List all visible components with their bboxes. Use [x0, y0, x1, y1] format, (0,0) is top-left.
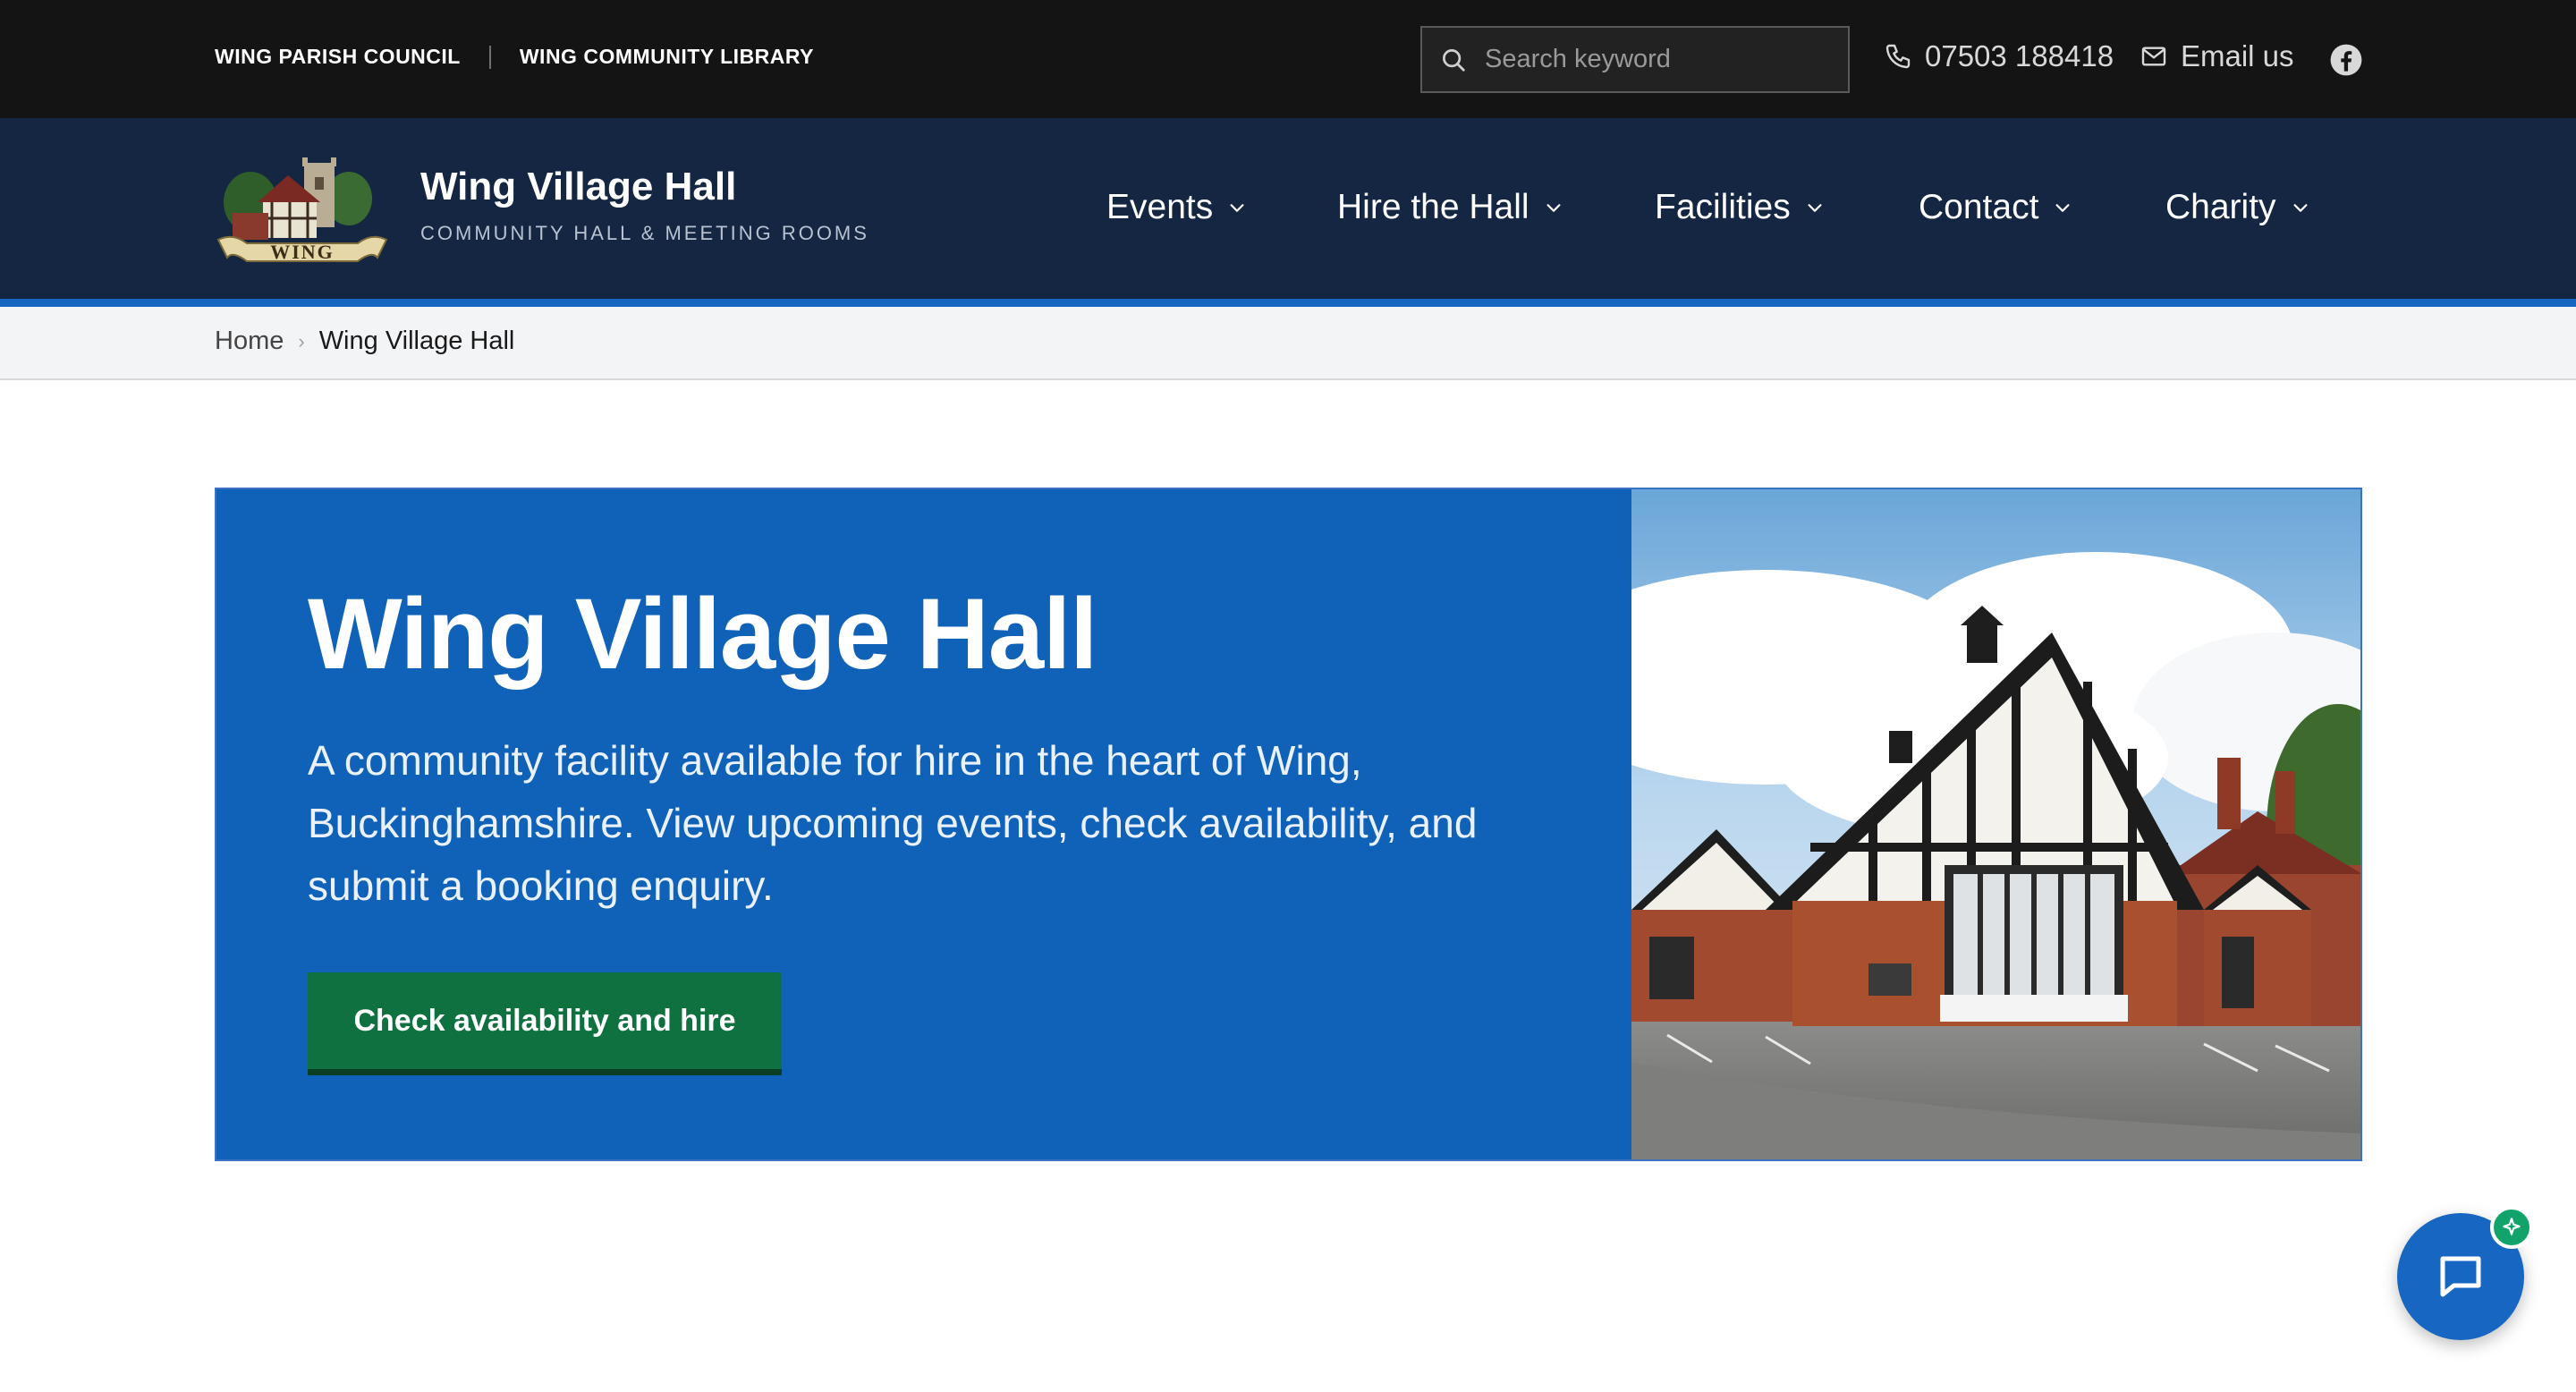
wing-logo[interactable]: WING: [215, 150, 390, 270]
chat-bubble-icon: [2440, 1256, 2481, 1297]
email-label: Email us: [2181, 39, 2294, 72]
nav-contact[interactable]: Contact: [1919, 188, 2072, 227]
nav-contact-label: Contact: [1919, 188, 2039, 226]
breadcrumb: Home › Wing Village Hall: [0, 307, 2576, 380]
phone-icon: [1885, 44, 1911, 69]
site-subtitle: COMMUNITY HALL & MEETING ROOMS: [420, 222, 869, 244]
phone-number: 07503 188418: [1925, 39, 2114, 72]
nav-charity[interactable]: Charity: [2165, 188, 2310, 227]
chevron-down-icon: [1546, 204, 1561, 212]
nav-hire-the-hall[interactable]: Hire the Hall: [1337, 188, 1563, 227]
mail-icon: [2141, 47, 2166, 66]
breadcrumb-home-link[interactable]: Home: [215, 327, 284, 356]
wing-parish-council-link[interactable]: WING PARISH COUNCIL: [215, 45, 461, 69]
chevron-down-icon: [1808, 204, 1822, 212]
utility-divider: [488, 45, 491, 69]
nav-events-label: Events: [1106, 188, 1214, 226]
nav-facilities-label: Facilities: [1655, 188, 1791, 226]
wing-community-library-link[interactable]: WING COMMUNITY LIBRARY: [520, 45, 814, 69]
site-header: WING Wing Village Hall COMMUNITY HALL & …: [0, 118, 2576, 299]
svg-text:WING: WING: [270, 241, 335, 263]
hero-banner: Wing Village Hall A community facility a…: [215, 488, 2362, 1161]
nav-facilities[interactable]: Facilities: [1655, 188, 1825, 227]
search-input[interactable]: [1485, 45, 1843, 74]
village-hall-photo: [1631, 489, 2360, 1159]
site-title[interactable]: Wing Village Hall: [420, 165, 736, 209]
chat-badge: [2490, 1206, 2533, 1249]
hero-title: Wing Village Hall: [308, 578, 1097, 690]
chevron-down-icon: [2055, 204, 2070, 212]
chevron-down-icon: [2293, 204, 2308, 212]
nav-charity-label: Charity: [2165, 188, 2276, 226]
email-link[interactable]: Email us: [2140, 39, 2294, 73]
check-availability-button[interactable]: Check availability and hire: [308, 972, 782, 1075]
breadcrumb-separator: ›: [298, 329, 305, 352]
utility-links: WING PARISH COUNCIL WING COMMUNITY LIBRA…: [215, 45, 814, 69]
hero-description: A community facility available for hire …: [308, 737, 1478, 909]
header-accent-stripe: [0, 299, 2576, 307]
chevron-down-icon: [1230, 204, 1244, 212]
facebook-icon[interactable]: [2329, 43, 2363, 77]
breadcrumb-current: Wing Village Hall: [318, 327, 515, 355]
utility-bar: WING PARISH COUNCIL WING COMMUNITY LIBRA…: [0, 0, 2576, 118]
nav-events[interactable]: Events: [1106, 188, 1247, 227]
nav-hire-label: Hire the Hall: [1337, 188, 1530, 226]
search-icon: [1443, 48, 1465, 72]
phone-link[interactable]: 07503 188418: [1884, 39, 2114, 73]
sparkle-icon: [2503, 1218, 2521, 1235]
search-box[interactable]: [1420, 26, 1850, 93]
